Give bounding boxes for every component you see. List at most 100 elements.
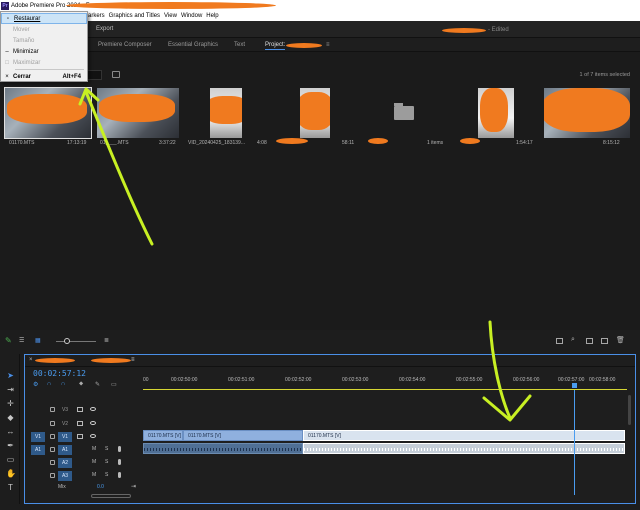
solo-button[interactable]: S [105,472,108,478]
premiere-app-icon[interactable]: Pr [1,1,9,10]
snap-icon[interactable]: ⚙ [33,381,38,388]
zoom-slider-handle[interactable] [64,338,70,344]
ruler-tick: 00:02:54:00 [399,377,426,383]
solo-button[interactable]: S [105,459,108,465]
pencil-icon[interactable]: ✎ [5,336,12,345]
project-item[interactable] [210,88,242,138]
pen-tool-icon[interactable]: ✒ [6,441,15,450]
playhead-timecode[interactable]: 00:02:57:12 [33,369,86,378]
maximize-icon: □ [5,59,9,66]
tab-essential-graphics[interactable]: Essential Graphics [168,42,218,48]
eye-icon[interactable] [90,407,96,411]
mute-button[interactable]: M [92,459,96,465]
project-item[interactable] [300,88,330,138]
timeline-vertical-scrollbar[interactable] [628,395,631,425]
item-count: 1 items [427,140,444,146]
project-item[interactable] [372,88,436,138]
video-clip[interactable]: 01170.MTS [V] [143,430,183,441]
item-duration: 4:08 [257,140,267,146]
work-area-bar[interactable] [143,389,627,390]
automate-to-sequence-icon[interactable] [556,338,563,344]
video-clip-selected[interactable]: 01170.MTS [V] [303,430,625,441]
export-tab[interactable]: Export [96,26,113,32]
tab-project[interactable]: Project: [265,42,286,50]
tab-text[interactable]: Text [234,42,245,48]
menu-graphics-and-titles[interactable]: Graphics and Titles [109,13,160,19]
rectangle-tool-icon[interactable]: ▭ [6,455,15,464]
eye-icon[interactable] [90,421,96,425]
mix-value[interactable]: 0.0 [97,484,104,490]
track-name[interactable]: A1 [58,445,72,455]
menu-help[interactable]: Help [206,13,218,19]
menu-markers[interactable]: arkers [88,13,105,19]
trash-icon[interactable]: 🗑 [616,336,625,344]
sync-lock-icon[interactable] [77,421,83,426]
project-item[interactable] [544,88,630,138]
lock-icon[interactable] [50,434,55,439]
go-to-end-icon[interactable]: ⇥ [131,483,136,490]
source-patch[interactable]: V1 [31,432,45,442]
eye-icon[interactable] [90,434,96,438]
timeline-ruler[interactable]: 00 00:02:50:00 00:02:51:00 00:02:52:00 0… [143,376,627,390]
tab-premiere-composer[interactable]: Premiere Composer [98,42,152,48]
slip-tool-icon[interactable]: ↔ [6,427,15,436]
sync-lock-icon[interactable] [77,407,83,412]
selection-tool-icon[interactable]: ➤ [6,371,15,380]
lock-icon[interactable] [50,460,55,465]
menu-item-minimize[interactable]: – Minimizar [1,46,87,57]
track-name[interactable]: V1 [58,432,72,442]
audio-clip-selected[interactable] [303,443,625,454]
redaction-mark [99,94,175,122]
video-clip[interactable]: 01170.MTS [V] [183,430,303,441]
panel-menu-icon[interactable]: ≡ [326,42,330,48]
menu-item-restore[interactable]: ▫ Restaurar [1,13,87,24]
microphone-icon[interactable] [118,459,121,465]
sort-icon[interactable]: ≣ [104,337,109,344]
menu-item-close[interactable]: × Cerrar Alt+F4 [1,71,87,82]
source-patch[interactable]: A1 [31,445,45,455]
settings-wrench-icon[interactable]: ✎ [95,381,100,388]
playhead-handle[interactable] [572,383,577,388]
microphone-icon[interactable] [118,446,121,452]
hand-tool-icon[interactable]: ✋ [6,469,16,478]
sync-lock-icon[interactable] [77,434,83,439]
lock-icon[interactable] [50,421,55,426]
track-name[interactable]: A3 [58,471,72,481]
sequence-tab-menu-icon[interactable]: ≡ [131,357,135,363]
new-bin-footer-icon[interactable] [586,338,593,344]
mute-button[interactable]: M [92,472,96,478]
find-icon[interactable]: ⌕ [571,336,575,344]
list-view-icon[interactable]: ☰ [19,337,24,344]
close-icon[interactable]: × [29,357,33,363]
add-marker-icon[interactable]: ⬥ [79,381,83,388]
razor-tool-icon[interactable]: ◆ [6,413,15,422]
project-item[interactable] [478,88,514,138]
track-name[interactable]: A2 [58,458,72,468]
microphone-icon[interactable] [118,472,121,478]
project-item[interactable] [4,87,92,139]
audio-clip[interactable] [143,443,303,454]
new-bin-icon[interactable] [112,71,120,78]
mute-button[interactable]: M [92,446,96,452]
captions-icon[interactable]: ▭ [111,381,117,388]
lock-icon[interactable] [50,447,55,452]
zoom-slider[interactable] [56,341,96,342]
nest-icon[interactable]: ∩ [61,381,65,387]
lock-icon[interactable] [50,407,55,412]
project-item[interactable] [97,88,179,138]
timeline-zoom-scrollbar[interactable] [91,494,131,498]
new-item-icon[interactable] [601,338,608,344]
menu-window[interactable]: Window [181,13,202,19]
lock-icon[interactable] [50,473,55,478]
linked-selection-icon[interactable]: ∩ [47,381,51,387]
solo-button[interactable]: S [105,446,108,452]
track-name[interactable]: V3 [58,405,72,415]
icon-view-icon[interactable]: ▦ [35,337,41,344]
menu-view[interactable]: View [164,13,177,19]
track-select-tool-icon[interactable]: ⇥ [6,385,15,394]
type-tool-icon[interactable]: T [6,483,15,492]
track-name[interactable]: V2 [58,419,72,429]
item-duration: 1:54:17 [516,140,533,146]
ripple-edit-tool-icon[interactable]: ✛ [6,399,15,408]
track-header-a3: A3 M S [25,470,143,482]
